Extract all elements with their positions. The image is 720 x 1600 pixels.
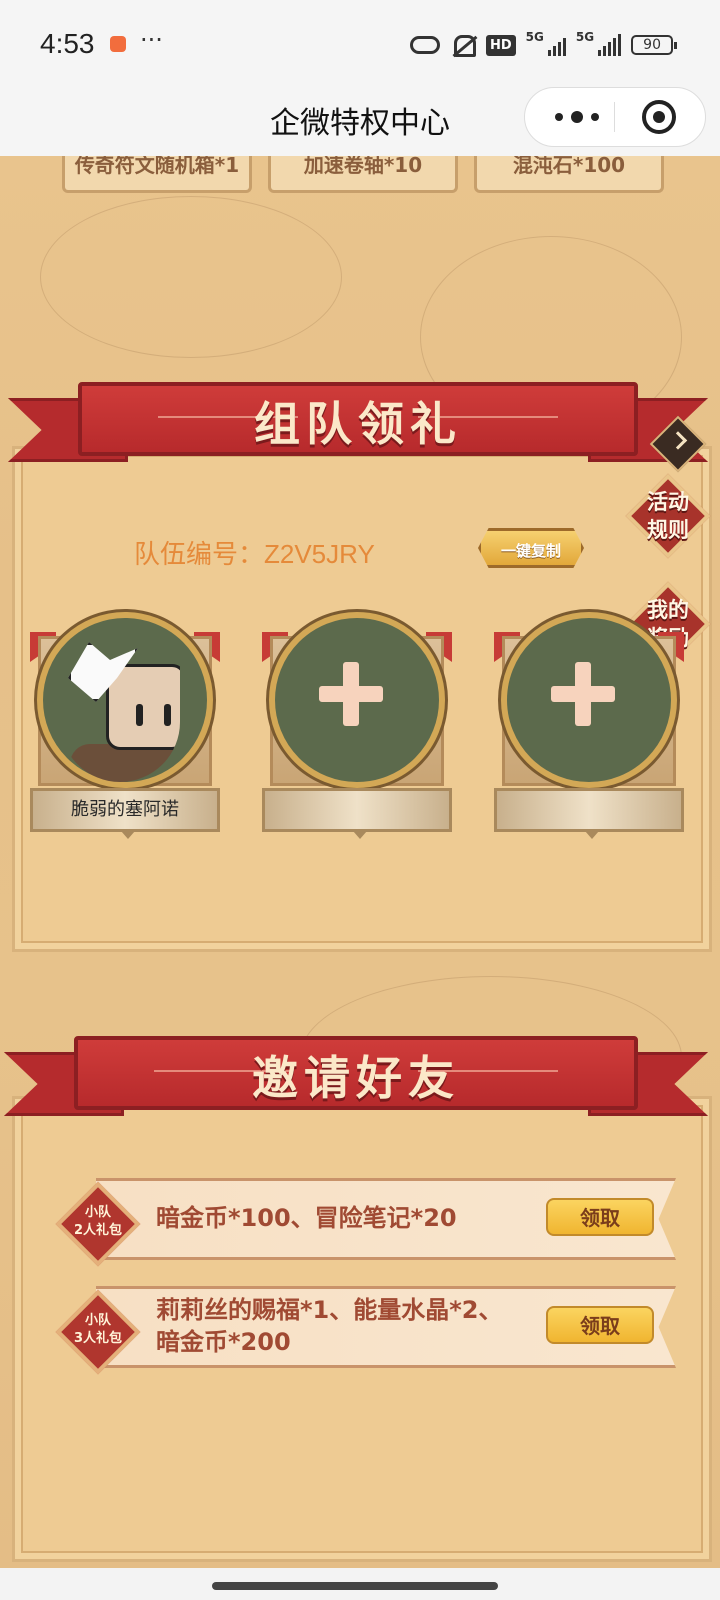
avatar-eye: [164, 704, 171, 726]
link-icon: [410, 36, 440, 54]
nav-bar: 企微特权中心: [0, 80, 720, 156]
battery-icon: 90: [631, 35, 678, 55]
system-icons: HD 5G 5G 90: [410, 30, 678, 60]
claim-button[interactable]: 领取: [546, 1198, 654, 1236]
status-time: 4:53: [40, 28, 95, 59]
team-id: 队伍编号：Z2V5JRY: [134, 539, 375, 569]
invite-member-slot[interactable]: [494, 612, 684, 842]
recording-icon: [110, 36, 126, 52]
invite-banner-title: 邀请好友: [252, 1051, 460, 1105]
avatar-eye: [136, 704, 143, 726]
status-bar: 4:53 ··· HD 5G 5G 90: [0, 0, 720, 90]
gift-reward-text: 暗金币*100、冒险笔记*20: [156, 1204, 457, 1232]
reward-card: 混沌石*100: [474, 156, 664, 193]
previous-rewards: 传奇符文随机箱*1 加速卷轴*10 混沌石*100: [0, 156, 720, 196]
network-type: 5G: [525, 30, 544, 44]
gift-reward-text: 莉莉丝的赐福*1、能量水晶*2、 暗金币*200: [156, 1296, 503, 1356]
gift-badge: 小队 3人礼包: [55, 1289, 141, 1375]
copy-team-id-button[interactable]: 一键复制: [478, 528, 584, 568]
avatar-illustration: [60, 634, 180, 782]
signal-icon: [547, 34, 566, 56]
member-name: 脆弱的塞阿诺: [30, 788, 220, 839]
gift-badge-label: 小队 2人礼包: [73, 1205, 123, 1238]
claim-button[interactable]: 领取: [546, 1306, 654, 1344]
team-banner-title: 组队领礼: [254, 397, 462, 451]
add-member-icon[interactable]: [319, 662, 383, 726]
capsule-divider: [614, 102, 615, 132]
hd-badge: HD: [486, 34, 516, 56]
member-name: [494, 788, 684, 839]
game-content: 传奇符文随机箱*1 加速卷轴*10 混沌石*100 组队领礼 队伍编号：Z2V5…: [0, 156, 720, 1568]
team-banner: 组队领礼: [8, 382, 708, 462]
reward-card: 加速卷轴*10: [268, 156, 458, 193]
activity-rules-button[interactable]: 活动 规则: [625, 473, 711, 559]
activity-rules-label: 活动 规则: [647, 490, 689, 542]
signal-icon-2: [598, 34, 622, 56]
home-indicator[interactable]: [212, 1582, 498, 1590]
mute-bell-icon: [450, 33, 476, 57]
more-options-icon[interactable]: [547, 102, 607, 132]
team-member-slot[interactable]: 脆弱的塞阿诺: [30, 612, 220, 842]
map-decoration: [40, 196, 342, 358]
add-member-icon[interactable]: [551, 662, 615, 726]
network-type-2: 5G: [575, 30, 595, 44]
gift-row: 小队 2人礼包 暗金币*100、冒险笔记*20 领取: [55, 1178, 676, 1267]
close-miniprogram-icon[interactable]: [642, 100, 676, 134]
invite-banner: 邀请好友: [4, 1036, 708, 1116]
invite-member-slot[interactable]: [262, 612, 452, 842]
reward-card: 传奇符文随机箱*1: [62, 156, 252, 193]
capsule-menu: [524, 87, 706, 147]
gift-badge-label: 小队 3人礼包: [73, 1313, 123, 1346]
member-name: [262, 788, 452, 839]
gift-badge: 小队 2人礼包: [55, 1181, 141, 1267]
gift-row: 小队 3人礼包 莉莉丝的赐福*1、能量水晶*2、 暗金币*200 领取: [55, 1286, 676, 1375]
more-notifications-icon: ···: [140, 26, 163, 54]
